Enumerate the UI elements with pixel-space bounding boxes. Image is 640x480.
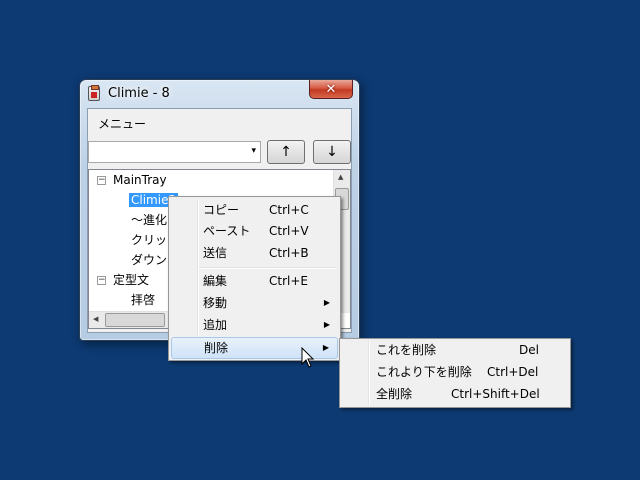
tree-node-label: MainTray: [113, 173, 167, 187]
menu-item-delete-this[interactable]: これを削除 Del: [342, 339, 568, 361]
menu-item-shortcut: Ctrl+Shift+Del: [451, 387, 540, 401]
menu-item-send[interactable]: 送信 Ctrl+B: [171, 242, 338, 264]
menu-item-label: 全削除: [376, 387, 413, 401]
menu-separator: [199, 267, 336, 269]
tree-node-maintray[interactable]: MainTray: [113, 171, 167, 189]
submenu-arrow-icon: ▶: [323, 298, 330, 307]
menu-item-edit[interactable]: 編集 Ctrl+E: [171, 270, 338, 292]
menu-item-delete-all[interactable]: 全削除 Ctrl+Shift+Del: [342, 383, 568, 405]
tree-node[interactable]: 拝啓: [131, 291, 155, 309]
menu-item-label: 編集: [203, 274, 228, 288]
menu-item-label: これより下を削除: [376, 365, 472, 379]
menu-item-copy[interactable]: コピー Ctrl+C: [171, 199, 338, 221]
tree-node-label: 拝啓: [131, 293, 156, 307]
submenu-arrow-icon: ▶: [323, 320, 330, 329]
move-down-button[interactable]: ↓: [313, 140, 351, 164]
category-combo[interactable]: ▾: [88, 141, 261, 163]
menu-item-shortcut: Ctrl+V: [269, 224, 309, 238]
delete-submenu: これを削除 Del これより下を削除 Ctrl+Del 全削除 Ctrl+Shi…: [339, 338, 571, 408]
horizontal-scroll-thumb[interactable]: [105, 313, 165, 327]
clipboard-icon: [88, 85, 100, 101]
menu-item-delete-below[interactable]: これより下を削除 Ctrl+Del: [342, 361, 568, 383]
tree-node-label: 定型文: [113, 273, 150, 287]
title-bar[interactable]: Climie - 8 ✕: [80, 80, 359, 108]
menu-main[interactable]: メニュー: [98, 115, 146, 132]
menu-item-label: 削除: [204, 341, 229, 355]
menu-item-label: 移動: [203, 296, 228, 310]
menu-item-label: 送信: [203, 246, 228, 260]
menu-item-label: これを削除: [376, 343, 437, 357]
menu-item-shortcut: Ctrl+E: [269, 274, 308, 288]
menu-item-label: コピー: [203, 203, 240, 217]
scroll-up-icon[interactable]: ▲: [338, 173, 343, 181]
menu-item-shortcut: Ctrl+Del: [487, 365, 539, 379]
close-button[interactable]: ✕: [309, 80, 353, 99]
submenu-arrow-icon: ▶: [322, 343, 329, 352]
scroll-left-icon[interactable]: ◀: [93, 315, 98, 323]
menu-item-shortcut: Del: [519, 343, 539, 357]
chevron-down-icon[interactable]: ▾: [251, 146, 256, 156]
mouse-pointer-icon: [301, 347, 315, 368]
tree-node-label: ～進化: [131, 213, 168, 227]
tree-node[interactable]: ～進化: [131, 211, 167, 229]
tree-node-label: クリッ: [131, 233, 168, 247]
tree-node[interactable]: ダウン: [131, 251, 167, 269]
collapse-icon[interactable]: −: [97, 276, 106, 285]
tree-node-teikeibun[interactable]: 定型文: [113, 271, 149, 289]
collapse-icon[interactable]: −: [97, 176, 106, 185]
context-menu: コピー Ctrl+C ペースト Ctrl+V 送信 Ctrl+B 編集 Ctrl…: [168, 196, 341, 361]
menu-item-shortcut: Ctrl+B: [269, 246, 309, 260]
menu-item-label: 追加: [203, 318, 228, 332]
tree-node[interactable]: クリッ: [131, 231, 167, 249]
menu-bar: メニュー: [88, 109, 351, 136]
menu-item-move[interactable]: 移動 ▶: [171, 292, 338, 314]
tree-node-label: ダウン: [131, 253, 168, 267]
move-up-button[interactable]: ↑: [267, 140, 305, 164]
menu-item-label: ペースト: [203, 224, 251, 238]
menu-item-shortcut: Ctrl+C: [269, 203, 309, 217]
close-icon: ✕: [325, 81, 337, 97]
window-title: Climie - 8: [108, 86, 170, 101]
menu-item-add[interactable]: 追加 ▶: [171, 314, 338, 336]
menu-item-paste[interactable]: ペースト Ctrl+V: [171, 220, 338, 242]
